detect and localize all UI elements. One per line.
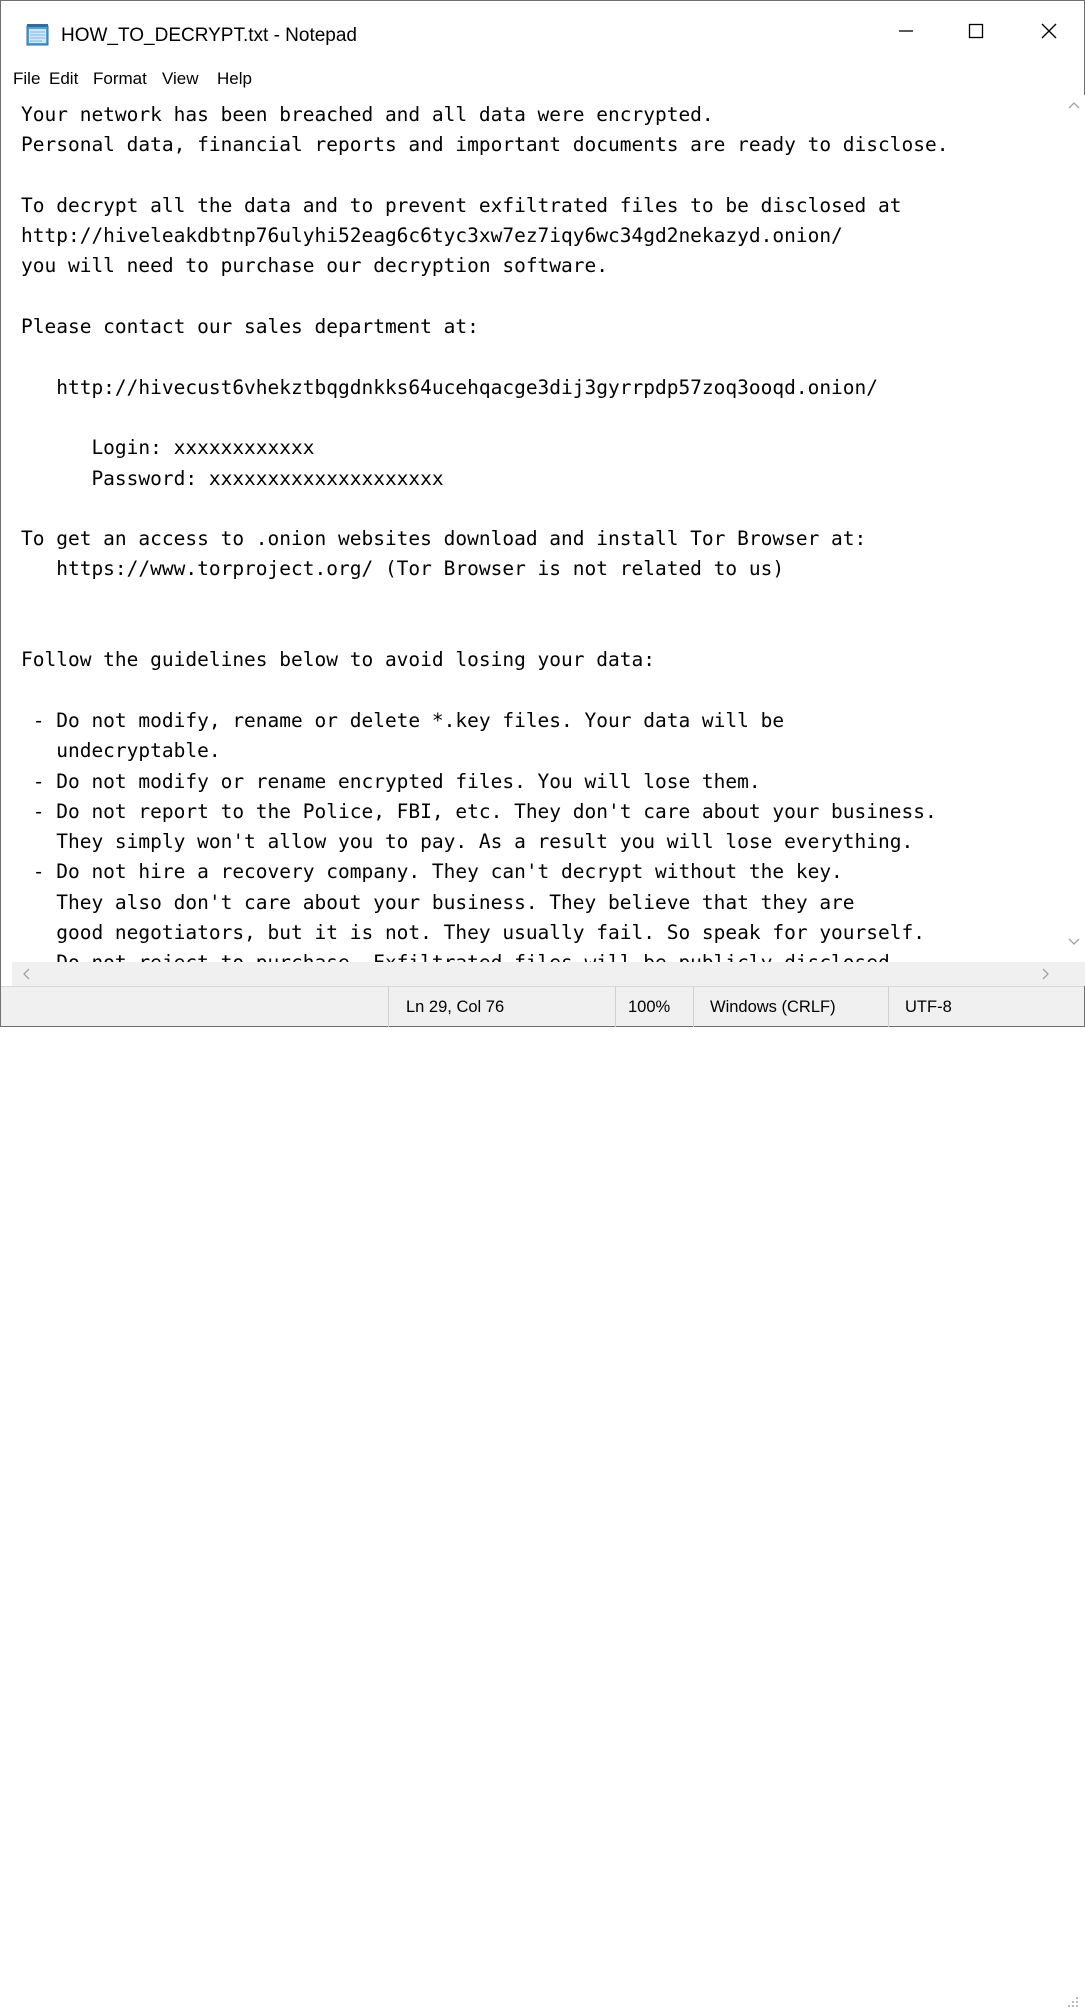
status-bar: Ln 29, Col 76 100% Windows (CRLF) UTF-8: [1, 986, 1084, 2007]
vertical-scrollbar[interactable]: [1063, 95, 1085, 962]
text-editor[interactable]: Your network has been breached and all d…: [12, 95, 1063, 962]
notepad-icon: [26, 24, 49, 46]
title-bar[interactable]: HOW_TO_DECRYPT.txt - Notepad: [1, 1, 1084, 61]
line-ending: Windows (CRLF): [710, 998, 836, 1016]
scroll-down-icon[interactable]: [1068, 938, 1080, 946]
document-text[interactable]: Your network has been breached and all d…: [12, 95, 1063, 962]
scrollbar-corner: [1063, 962, 1085, 986]
status-divider: [693, 987, 694, 1027]
scroll-right-icon[interactable]: [1042, 968, 1050, 980]
resize-grip-icon[interactable]: [1064, 1995, 1080, 2009]
menu-help[interactable]: Help: [217, 69, 252, 89]
menu-format[interactable]: Format: [93, 69, 147, 89]
maximize-button[interactable]: [941, 1, 1011, 61]
status-divider: [388, 987, 389, 1027]
notepad-window: HOW_TO_DECRYPT.txt - Notepad File Edit F…: [0, 0, 1085, 2007]
close-button[interactable]: [1014, 1, 1084, 61]
zoom-level: 100%: [628, 998, 671, 1016]
menu-bar: File Edit Format View Help: [1, 63, 1084, 93]
maximize-icon: [968, 23, 984, 39]
minimize-icon: [899, 30, 913, 32]
menu-file[interactable]: File: [13, 69, 40, 89]
menu-view[interactable]: View: [162, 69, 199, 89]
cursor-position: Ln 29, Col 76: [406, 998, 505, 1016]
status-divider: [615, 987, 616, 1027]
close-icon: [1041, 23, 1057, 39]
window-title: HOW_TO_DECRYPT.txt - Notepad: [61, 25, 358, 46]
scroll-up-icon[interactable]: [1068, 101, 1080, 109]
horizontal-scrollbar[interactable]: [12, 962, 1063, 986]
scroll-left-icon[interactable]: [22, 968, 30, 980]
menu-edit[interactable]: Edit: [49, 69, 78, 89]
minimize-button[interactable]: [871, 1, 941, 61]
encoding: UTF-8: [905, 998, 952, 1016]
status-divider: [888, 987, 889, 1027]
